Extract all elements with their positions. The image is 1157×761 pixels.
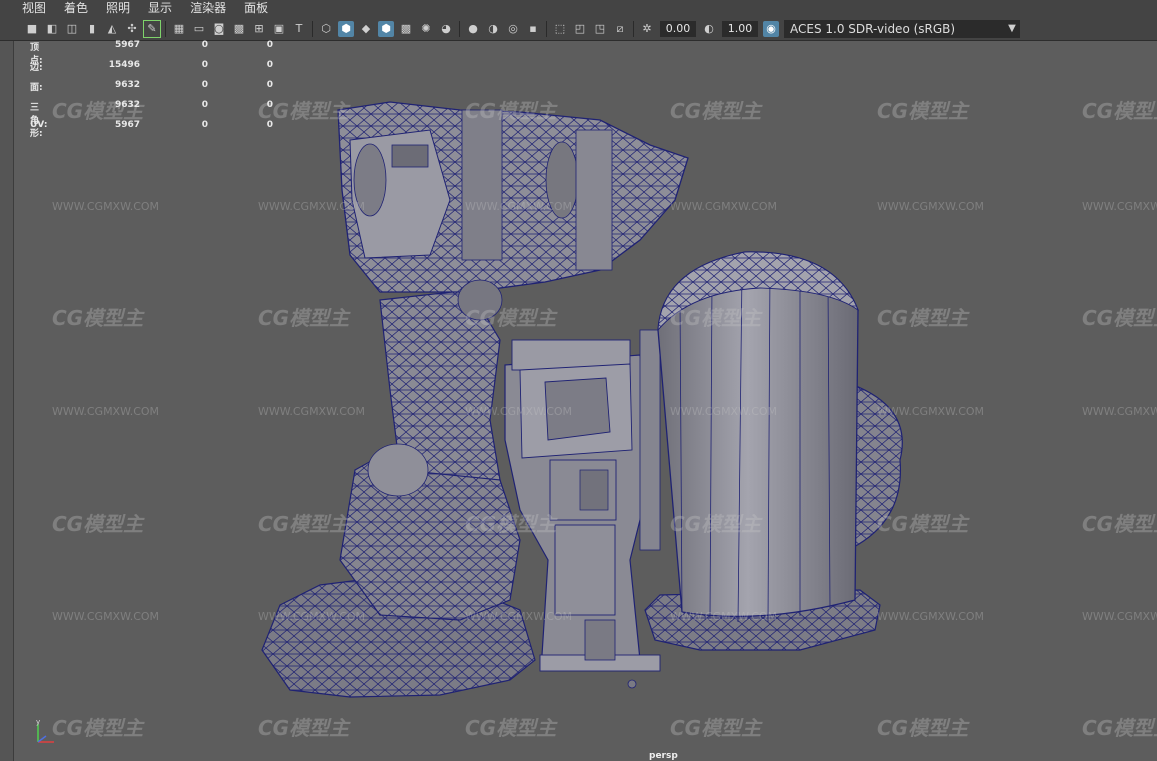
axis-gizmo-icon: y <box>36 718 54 743</box>
gamma-icon[interactable]: ◐ <box>701 21 717 37</box>
viewport-left-border <box>0 41 14 761</box>
watermark-url: WWW.CGMXW.COM <box>877 610 985 623</box>
screen-space-ao-icon[interactable]: ● <box>465 21 481 37</box>
watermark-url: WWW.CGMXW.COM <box>465 610 573 623</box>
watermark-url: WWW.CGMXW.COM <box>52 405 160 418</box>
xray-joints-icon[interactable]: ◳ <box>592 21 608 37</box>
watermark-logo: CG模型主 <box>465 716 557 740</box>
watermark-logo: CG模型主 <box>670 512 762 536</box>
menu-renderer[interactable]: 渲染器 <box>181 0 235 17</box>
gamma-field[interactable]: 1.00 <box>722 20 758 37</box>
exposure-icon[interactable]: ✲ <box>639 21 655 37</box>
viewport-menubar: 视图 着色 照明 显示 渲染器 面板 <box>0 0 1157 17</box>
grease-pencil-icon[interactable]: ✎ <box>143 19 161 38</box>
watermark-logo: CG模型主 <box>670 306 762 330</box>
toolbar-separator <box>546 20 547 37</box>
watermark-logo: CG模型主 <box>52 716 144 740</box>
watermark-url: WWW.CGMXW.COM <box>258 610 366 623</box>
wireframe-icon[interactable]: ⬡ <box>318 21 334 37</box>
field-chart-icon[interactable]: ⊞ <box>251 21 267 37</box>
watermark-url: WWW.CGMXW.COM <box>1082 405 1157 418</box>
select-camera-icon[interactable]: ■ <box>24 21 40 37</box>
grid-icon[interactable]: ▦ <box>171 21 187 37</box>
safe-title-icon[interactable]: T <box>291 21 307 37</box>
xray-icon[interactable]: ◰ <box>572 21 588 37</box>
menu-panels[interactable]: 面板 <box>235 0 277 17</box>
watermark-url: WWW.CGMXW.COM <box>670 200 778 213</box>
watermark-url: WWW.CGMXW.COM <box>465 405 573 418</box>
watermark-logo: CG模型主 <box>258 306 350 330</box>
watermark-logo: CG模型主 <box>465 512 557 536</box>
camera-name-label: persp <box>649 751 678 761</box>
wireframe-on-shaded-icon[interactable]: ⬢ <box>378 20 394 37</box>
depth-of-field-icon[interactable]: ▪ <box>525 21 541 37</box>
textured-icon[interactable]: ▩ <box>398 21 414 37</box>
menu-lighting[interactable]: 照明 <box>97 0 139 17</box>
watermark-logo: CG模型主 <box>1082 512 1157 536</box>
watermark-url: WWW.CGMXW.COM <box>877 200 985 213</box>
watermark-logo: CG模型主 <box>877 99 969 123</box>
view-transform-dropdown[interactable]: ACES 1.0 SDR-video (sRGB) ▼ <box>784 19 1020 38</box>
watermark-logo: CG模型主 <box>52 306 144 330</box>
watermark-url: WWW.CGMXW.COM <box>52 610 160 623</box>
2d-pan-zoom-icon[interactable]: ✣ <box>124 21 140 37</box>
motion-blur-icon[interactable]: ◑ <box>485 21 501 37</box>
watermark-logo: CG模型主 <box>670 716 762 740</box>
default-material-icon[interactable]: ◆ <box>358 21 374 37</box>
backface-culling-icon[interactable]: ⧄ <box>612 21 628 37</box>
watermark-url: WWW.CGMXW.COM <box>465 200 573 213</box>
lights-icon[interactable]: ✺ <box>418 21 434 37</box>
watermark-logo: CG模型主 <box>877 306 969 330</box>
menu-show[interactable]: 显示 <box>139 0 181 17</box>
multisample-aa-icon[interactable]: ◎ <box>505 21 521 37</box>
camera-attributes-icon[interactable]: ◧ <box>44 21 60 37</box>
safe-action-icon[interactable]: ▣ <box>271 21 287 37</box>
watermark-url: WWW.CGMXW.COM <box>1082 200 1157 213</box>
toolbar-separator <box>633 20 634 37</box>
watermark-logo: CG模型主 <box>877 716 969 740</box>
shadows-icon[interactable]: ◕ <box>438 21 454 37</box>
watermark-logo: CG模型主 <box>1082 306 1157 330</box>
gate-mask-icon[interactable]: ▩ <box>231 21 247 37</box>
toolbar-separator <box>459 20 460 37</box>
watermark-logo: CG模型主 <box>465 99 557 123</box>
chevron-down-icon: ▼ <box>1008 23 1016 34</box>
image-plane-icon[interactable]: ◭ <box>104 21 120 37</box>
viewport-toolbar: ■ ◧ ◫ ▮ ◭ ✣ ✎ ▦ ▭ ◙ ▩ ⊞ ▣ T ⬡ ⬢ ◆ ⬢ ▩ ✺ … <box>0 17 1157 41</box>
isolate-select-icon[interactable]: ⬚ <box>552 21 568 37</box>
watermark-url: WWW.CGMXW.COM <box>670 405 778 418</box>
color-management-icon[interactable]: ◉ <box>763 20 779 37</box>
watermark-url: WWW.CGMXW.COM <box>877 405 985 418</box>
watermark-url: WWW.CGMXW.COM <box>1082 610 1157 623</box>
watermark-logo: CG模型主 <box>52 512 144 536</box>
watermark-url: WWW.CGMXW.COM <box>52 200 160 213</box>
view-transform-value: ACES 1.0 SDR-video (sRGB) <box>790 21 956 36</box>
watermark-logo: CG模型主 <box>1082 99 1157 123</box>
watermark-url: WWW.CGMXW.COM <box>258 200 366 213</box>
exposure-field[interactable]: 0.00 <box>660 20 696 37</box>
watermark-logo: CG模型主 <box>465 306 557 330</box>
watermark-url: WWW.CGMXW.COM <box>258 405 366 418</box>
toolbar-separator <box>165 20 166 37</box>
watermark-logo: CG模型主 <box>670 99 762 123</box>
film-gate-icon[interactable]: ▭ <box>191 21 207 37</box>
watermark-url: WWW.CGMXW.COM <box>670 610 778 623</box>
watermark-logo: CG模型主 <box>258 716 350 740</box>
watermark-logo: CG模型主 <box>877 512 969 536</box>
bookmark-icon[interactable]: ▮ <box>84 21 100 37</box>
menu-view[interactable]: 视图 <box>0 0 55 17</box>
svg-text:y: y <box>36 718 40 726</box>
smooth-shade-icon[interactable]: ⬢ <box>338 20 354 37</box>
resolution-gate-icon[interactable]: ◙ <box>211 21 227 37</box>
watermark-logo: CG模型主 <box>258 512 350 536</box>
watermark-logo: CG模型主 <box>1082 716 1157 740</box>
bookmark-camera-icon[interactable]: ◫ <box>64 21 80 37</box>
viewport-3d[interactable] <box>0 0 1157 761</box>
menu-shading[interactable]: 着色 <box>55 0 97 17</box>
toolbar-separator <box>312 20 313 37</box>
